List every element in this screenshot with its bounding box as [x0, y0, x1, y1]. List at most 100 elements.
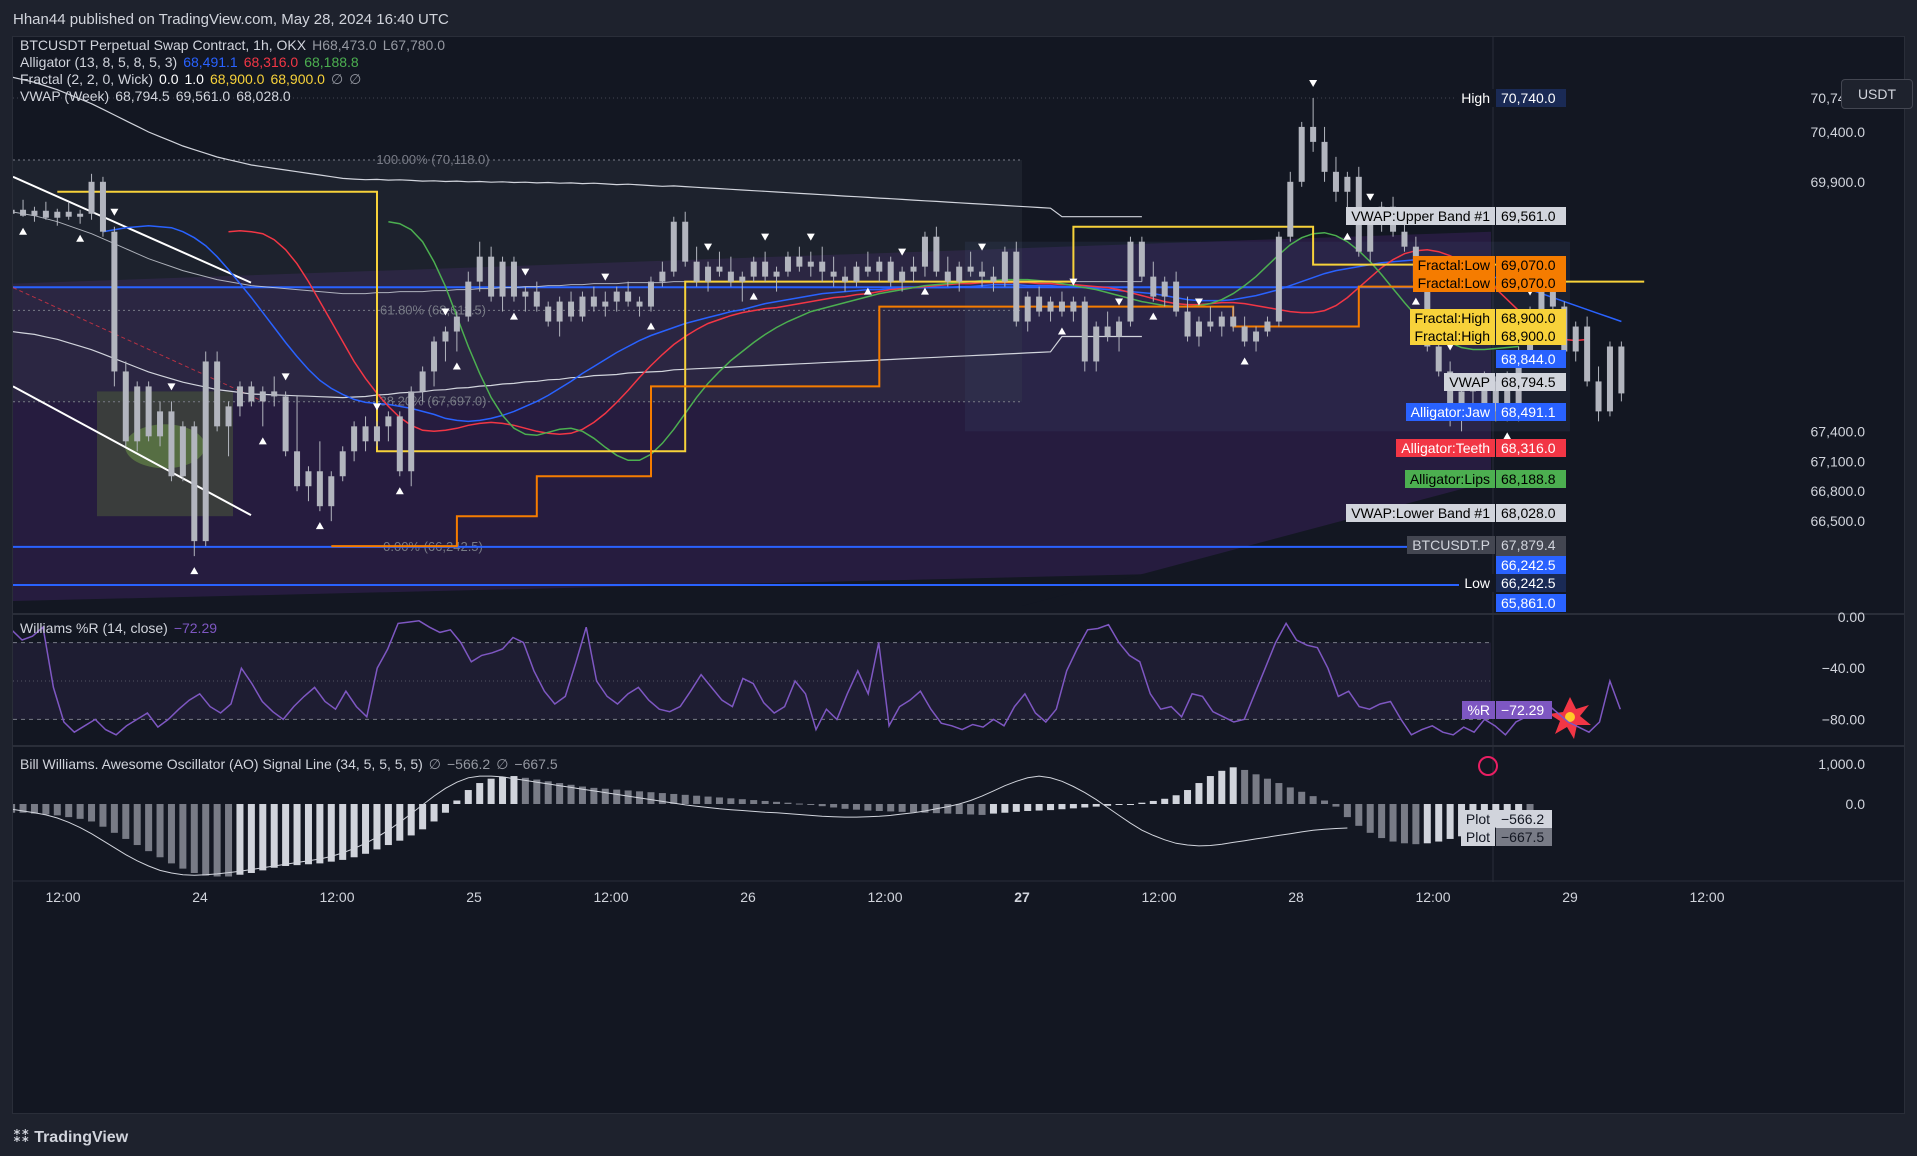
candle-body — [396, 416, 403, 472]
ao-bar — [1252, 774, 1260, 804]
candle-body — [1321, 141, 1328, 172]
low-label: L — [382, 37, 391, 53]
candle-body — [453, 316, 460, 332]
ao-bar — [190, 804, 198, 873]
price-tag-value-2: 69,070.0 — [1496, 255, 1566, 274]
ao-bar — [624, 790, 632, 804]
candle-body — [636, 301, 643, 307]
candle-body — [1606, 346, 1613, 412]
fractal-value-4: ∅ — [330, 71, 344, 87]
candle-body — [145, 386, 152, 437]
legend-alligator-row[interactable]: Alligator (13, 8, 5, 8, 5, 3) 68,491.1 68,… — [20, 54, 365, 70]
price-tag-label-5: Fractal:High — [1409, 326, 1495, 345]
ao-bar — [88, 804, 96, 822]
ao-bar — [967, 804, 975, 815]
candle-body — [134, 386, 141, 442]
currency-unit-button[interactable]: USDT — [1841, 79, 1913, 109]
candle-body — [1275, 236, 1282, 322]
price-tag-label-11: VWAP:Lower Band #1 — [1346, 503, 1495, 522]
candle-body — [271, 391, 278, 397]
ao-bar — [1206, 776, 1214, 804]
candle-body — [42, 210, 49, 218]
ao-bar — [362, 804, 370, 854]
ao-value-3: −667.5 — [514, 756, 558, 772]
ao-bar — [1343, 804, 1351, 818]
legend-fractal-row[interactable]: Fractal (2, 2, 0, Wick) 0.0 1.0 68,900.0 68,… — [20, 71, 367, 88]
candle-body — [693, 261, 700, 282]
candle-body — [1584, 326, 1591, 382]
ao-bar — [1035, 804, 1043, 811]
ao-bar — [864, 804, 872, 811]
time-tick-label-5: 26 — [740, 889, 756, 905]
ao-bar — [613, 789, 621, 804]
ao-bar — [1355, 804, 1363, 826]
ao-bar — [510, 776, 518, 804]
time-tick-label-9: 28 — [1288, 889, 1304, 905]
ao-bar — [65, 804, 73, 818]
ao-bar — [761, 800, 769, 804]
top-bar: Hhan44 published on TradingView.com, May… — [0, 0, 1917, 36]
candle-body — [1013, 251, 1020, 322]
ao-bar — [647, 792, 655, 804]
candle-body — [842, 276, 849, 282]
ao-bar — [1047, 804, 1055, 811]
candle-body — [670, 221, 677, 272]
ao-bar — [1115, 804, 1123, 805]
candle-body — [339, 451, 346, 477]
fractal-low-marker — [1343, 232, 1352, 240]
price-tag-label-7: VWAP — [1444, 373, 1495, 392]
chart-frame[interactable]: 100.00% (70,118.0) 61.80% (68,611.5) 38.20… — [12, 36, 1913, 1114]
chart-canvas[interactable]: 100.00% (70,118.0)61.80% (68,611.5)38.20… — [13, 37, 1904, 1113]
candle-body — [1264, 321, 1271, 332]
candle-body — [1047, 301, 1054, 312]
candle-body — [419, 371, 426, 392]
fractal-high-marker — [1309, 79, 1318, 87]
ao-bar — [499, 776, 507, 804]
candle-body — [1230, 316, 1237, 327]
candle-body — [1344, 176, 1351, 192]
price-tag-label-0: High — [1456, 88, 1495, 107]
candle-body — [1173, 281, 1180, 312]
candle-body — [933, 236, 940, 272]
ao-bar — [784, 802, 792, 804]
legend-williams-row[interactable]: Williams %R (14, close) −72.29 — [20, 620, 223, 636]
ao-plot-label-1: Plot — [1460, 828, 1495, 846]
alligator-lips-value: 68,188.8 — [304, 54, 359, 70]
ao-value-1: −566.2 — [446, 756, 491, 772]
price-tag-value-14: 66,242.5 — [1496, 573, 1566, 592]
candle-body — [305, 471, 312, 487]
ao-bar — [1001, 804, 1009, 813]
ao-bar — [213, 804, 221, 877]
ao-bar — [453, 800, 461, 804]
ao-bar — [773, 801, 781, 804]
legend-vwap-row[interactable]: VWAP (Week) 68,794.5 69,561.0 68,028.0 — [20, 88, 297, 104]
ao-bar — [807, 804, 815, 805]
ao-bar — [681, 794, 689, 804]
time-tick-label-1: 24 — [192, 889, 208, 905]
ao-bar — [1081, 804, 1089, 808]
price-tick-label-6: 66,500.0 — [1811, 513, 1866, 529]
ao-bar — [841, 804, 849, 809]
candle-body — [1253, 331, 1260, 342]
ao-bar — [316, 804, 324, 864]
legend-ao-row[interactable]: Bill Williams. Awesome Oscillator (AO) S… — [20, 756, 564, 773]
time-tick-label-12: 12:00 — [1689, 889, 1724, 905]
candle-body — [979, 271, 986, 277]
ao-bar — [1184, 790, 1192, 804]
williams-indicator-name: Williams %R (14, close) — [20, 620, 168, 636]
candle-body — [214, 361, 221, 427]
ao-bar — [327, 804, 335, 862]
ao-bar — [1332, 804, 1340, 807]
candle-body — [236, 386, 243, 407]
price-tag-label-3: Fractal:Low — [1412, 273, 1495, 292]
candle-body — [1572, 326, 1579, 352]
williams-tick-label-1: −40.00 — [1822, 660, 1865, 676]
fib-label-0: 100.00% (70,118.0) — [376, 152, 489, 167]
fractal-value-0: 0.0 — [159, 71, 179, 87]
candle-body — [362, 426, 369, 442]
candle-body — [1310, 126, 1317, 142]
ao-bar — [601, 788, 609, 804]
ao-plot-value-0: −566.2 — [1496, 810, 1552, 828]
candle-body — [510, 261, 517, 297]
candle-body — [465, 281, 472, 317]
